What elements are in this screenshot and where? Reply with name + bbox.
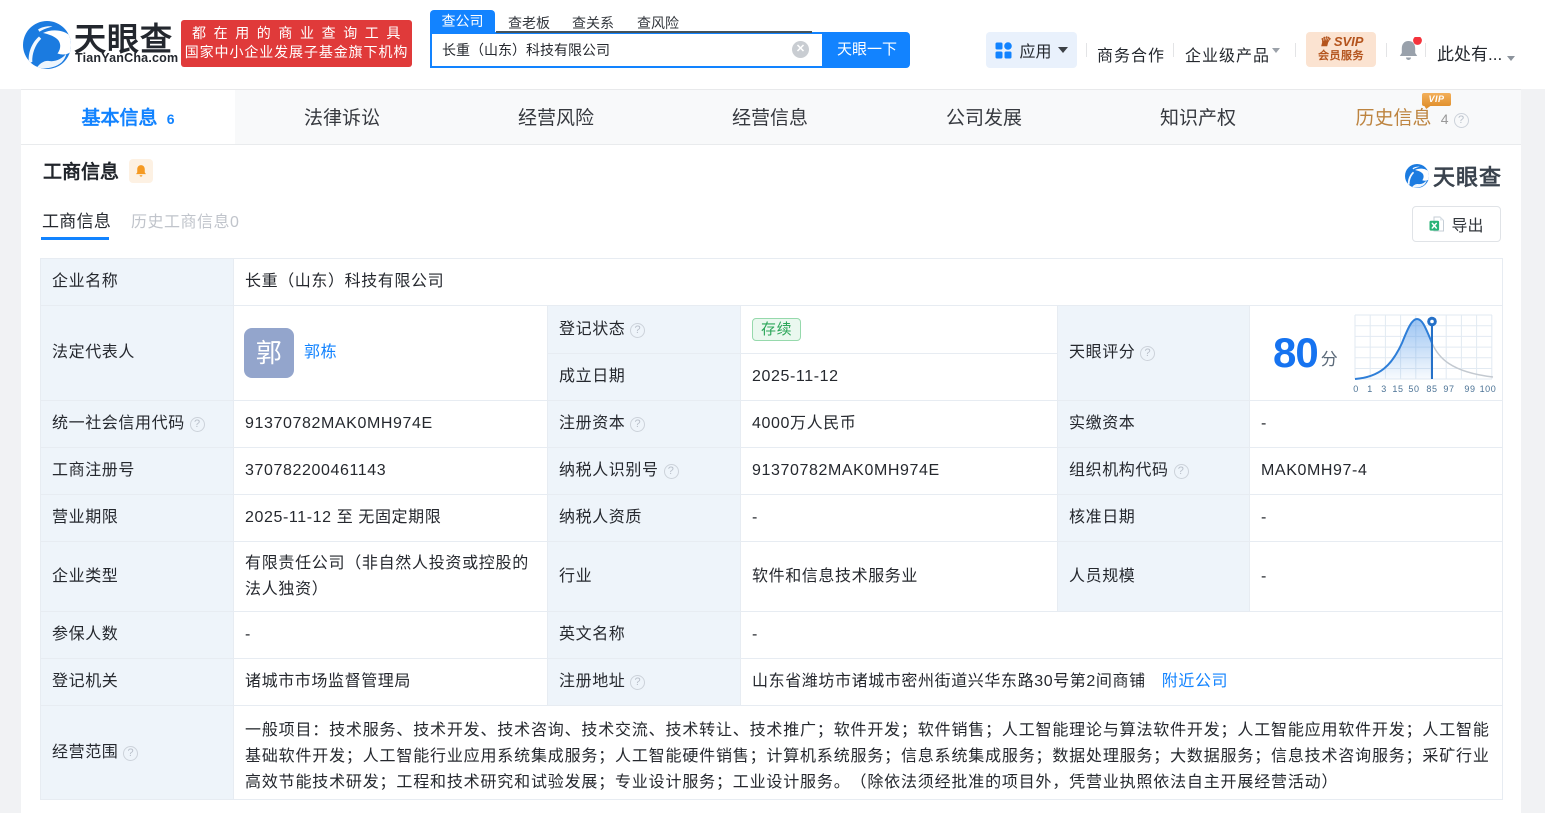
svg-text:99: 99: [1465, 384, 1476, 394]
svg-text:50: 50: [1409, 384, 1420, 394]
svg-text:100: 100: [1480, 384, 1497, 394]
svg-text:1: 1: [1368, 384, 1374, 394]
svg-text:85: 85: [1427, 384, 1438, 394]
svg-text:0: 0: [1354, 384, 1360, 394]
svg-text:15: 15: [1393, 384, 1404, 394]
svg-text:97: 97: [1444, 384, 1455, 394]
svg-text:3: 3: [1382, 384, 1388, 394]
